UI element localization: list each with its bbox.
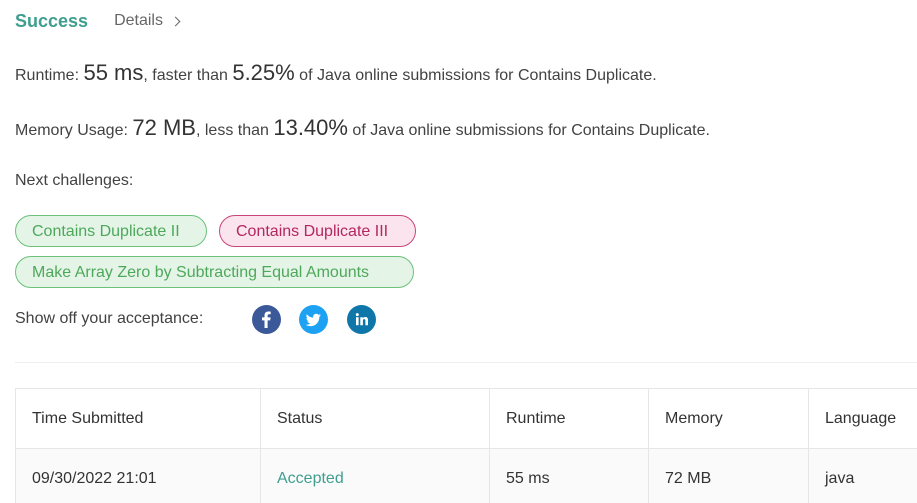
details-link[interactable]: Details bbox=[114, 12, 181, 30]
share-label: Show off your acceptance: bbox=[15, 310, 204, 327]
challenge-tag-contains-duplicate-ii[interactable]: Contains Duplicate II bbox=[15, 215, 207, 247]
next-challenges-label: Next challenges: bbox=[15, 172, 134, 189]
details-label: Details bbox=[114, 12, 163, 29]
runtime-prefix: Runtime: bbox=[15, 67, 84, 84]
section-divider bbox=[15, 362, 917, 363]
column-header-memory: Memory bbox=[649, 389, 809, 449]
twitter-icon[interactable] bbox=[299, 305, 328, 334]
submission-result-page: Success Details Runtime: 55 ms, faster t… bbox=[0, 0, 917, 503]
column-header-language: Language bbox=[809, 389, 917, 449]
table-header-row: Time Submitted Status Runtime Memory Lan… bbox=[16, 389, 917, 449]
runtime-middle: , faster than bbox=[143, 67, 233, 84]
table-row: 09/30/2022 21:01 Accepted 55 ms 72 MB ja… bbox=[16, 449, 917, 503]
cell-runtime: 55 ms bbox=[490, 449, 649, 503]
memory-prefix: Memory Usage: bbox=[15, 122, 133, 139]
runtime-value: 55 ms bbox=[83, 60, 144, 85]
result-header: Success Details bbox=[15, 9, 181, 33]
success-status-title: Success bbox=[15, 10, 89, 31]
runtime-suffix: of Java online submissions for Contains … bbox=[294, 67, 657, 84]
memory-stat-line: Memory Usage: 72 MB, less than 13.40% of… bbox=[15, 115, 710, 141]
runtime-stat-line: Runtime: 55 ms, faster than 5.25% of Jav… bbox=[15, 60, 657, 86]
submissions-table: Time Submitted Status Runtime Memory Lan… bbox=[15, 388, 917, 503]
cell-memory: 72 MB bbox=[649, 449, 809, 503]
memory-value: 72 MB bbox=[132, 115, 196, 140]
cell-status: Accepted bbox=[261, 449, 490, 503]
memory-percent: 13.40% bbox=[273, 115, 348, 140]
challenge-tag-make-array-zero[interactable]: Make Array Zero by Subtracting Equal Amo… bbox=[15, 256, 414, 288]
chevron-right-icon bbox=[170, 16, 181, 26]
challenge-tag-contains-duplicate-iii[interactable]: Contains Duplicate III bbox=[219, 215, 416, 247]
memory-middle: , less than bbox=[195, 122, 274, 139]
runtime-percent: 5.25% bbox=[232, 60, 295, 85]
column-header-runtime: Runtime bbox=[490, 389, 649, 449]
facebook-icon[interactable] bbox=[252, 305, 281, 334]
accepted-status-link[interactable]: Accepted bbox=[277, 470, 344, 488]
column-header-time-submitted: Time Submitted bbox=[16, 389, 261, 449]
cell-time-submitted: 09/30/2022 21:01 bbox=[16, 449, 261, 503]
cell-language: java bbox=[809, 449, 917, 503]
linkedin-icon[interactable] bbox=[347, 305, 376, 334]
column-header-status: Status bbox=[261, 389, 490, 449]
memory-suffix: of Java online submissions for Contains … bbox=[347, 122, 710, 139]
